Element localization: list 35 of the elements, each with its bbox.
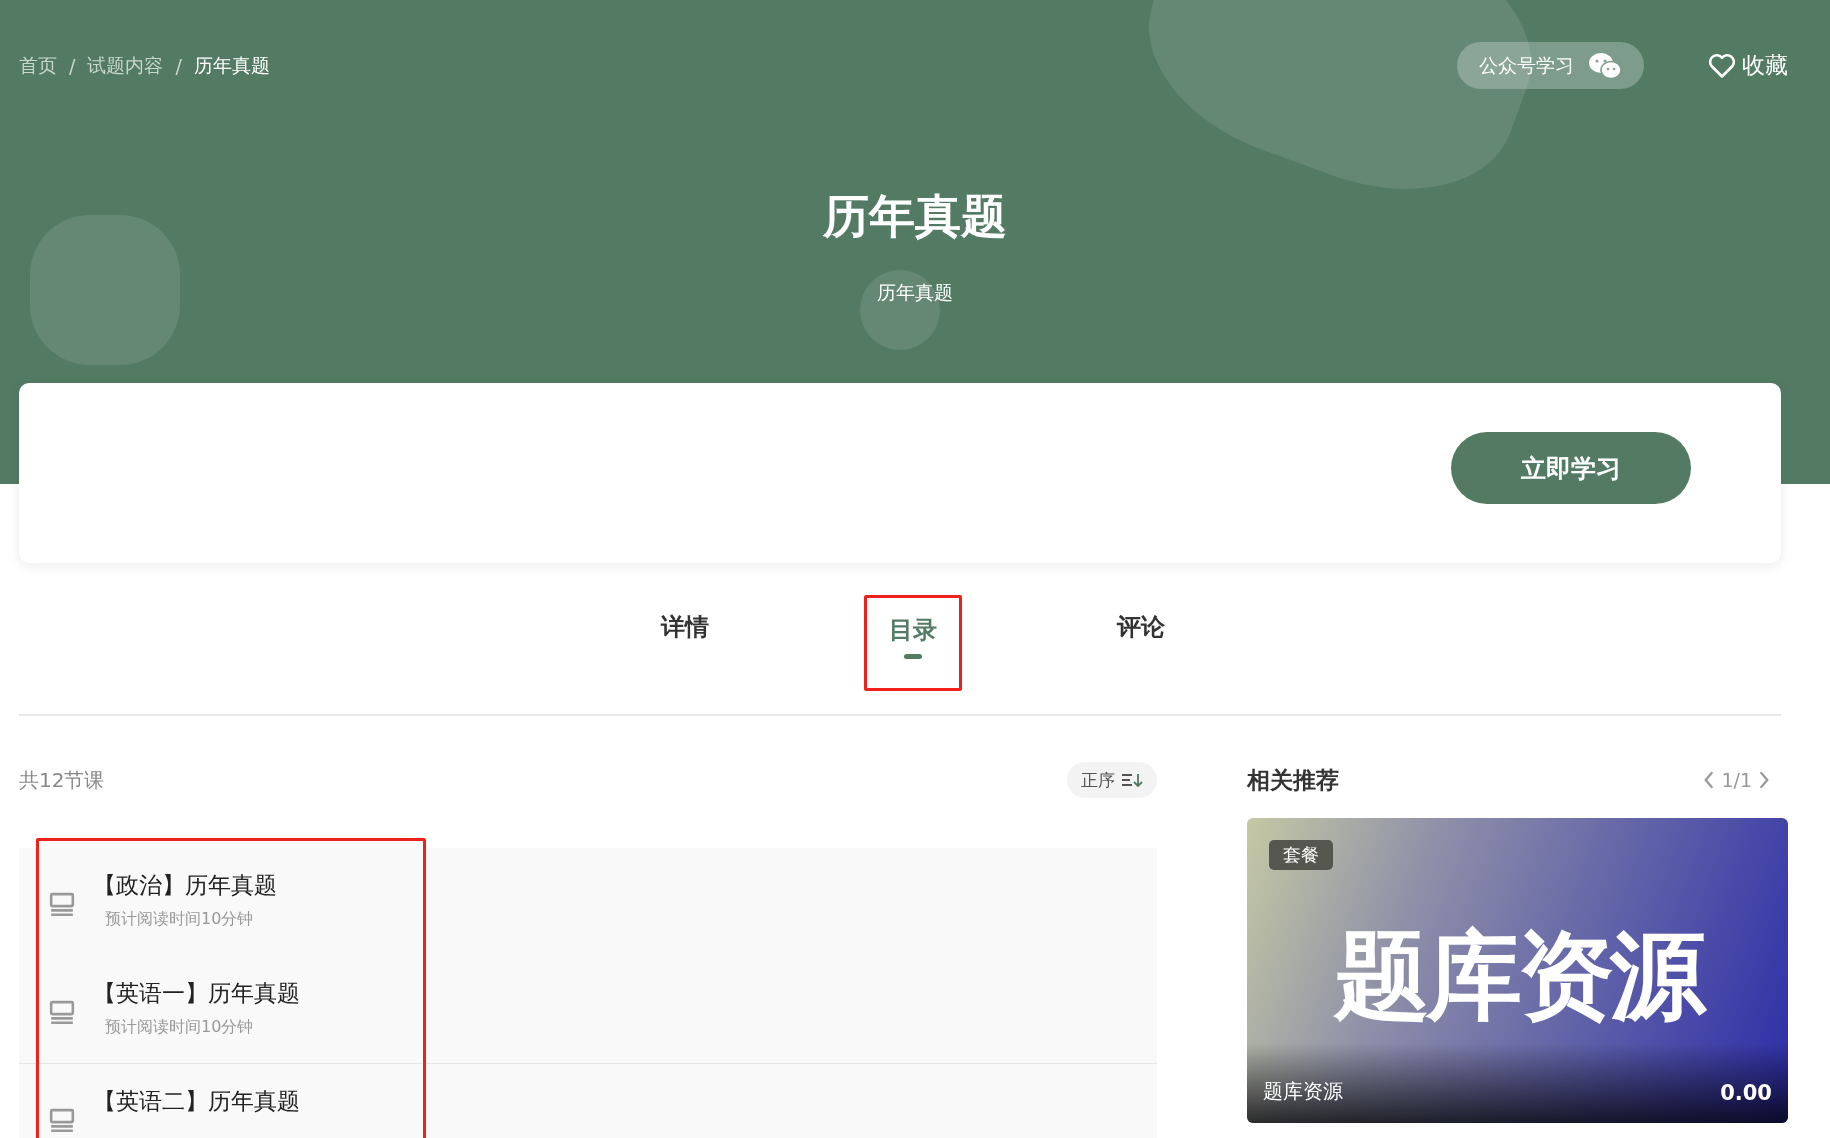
tab[interactable]: 评论	[1116, 611, 1165, 671]
course-name: 题库资源	[1263, 1078, 1343, 1105]
tab[interactable]: 目录	[888, 614, 937, 674]
page-title: 历年真题	[822, 189, 1008, 245]
next-icon[interactable]	[1758, 770, 1770, 790]
lesson-item[interactable]: 【政治】历年真题 预计阅读时间10分钟	[19, 848, 1157, 956]
breadcrumb-link[interactable]: 历年真题	[193, 52, 270, 79]
monitor-icon	[49, 1000, 75, 1026]
reading-time: 预计阅读时间10分钟	[104, 909, 255, 930]
favorite-button[interactable]: 收藏	[1708, 50, 1788, 81]
previous-icon[interactable]	[1703, 770, 1716, 790]
package-badge: 套餐	[1269, 840, 1333, 870]
lesson-title: 【英语二】历年真题	[93, 1087, 300, 1116]
sort-icon	[1121, 772, 1143, 788]
heart-icon	[1708, 52, 1736, 79]
monitor-icon	[49, 1108, 75, 1134]
start-learning-button[interactable]: 立即学习	[1451, 432, 1691, 504]
page-subtitle: 历年真题	[876, 280, 954, 306]
section-title: 相关推荐	[1247, 765, 1339, 795]
breadcrumb-separator: /	[69, 54, 76, 77]
reading-time: 预计阅读时间10分钟	[104, 1017, 255, 1038]
lesson-item[interactable]: 【英语二】历年真题	[19, 1064, 1157, 1138]
lesson-item[interactable]: 【英语一】历年真题 预计阅读时间10分钟	[19, 956, 1157, 1064]
breadcrumb-separator: /	[175, 54, 182, 77]
monitor-icon	[49, 892, 75, 918]
lesson-title: 【政治】历年真题	[93, 871, 277, 900]
sort-button[interactable]: 正序	[1067, 762, 1157, 798]
page-indicator: 1/1	[1721, 769, 1752, 791]
course-card[interactable]: 套餐 题库资源 题库资源 0.00	[1247, 818, 1788, 1123]
course-price: 0.00	[1720, 1081, 1772, 1105]
lesson-count: 共12节课	[19, 766, 105, 794]
cover-title: 题库资源	[1332, 919, 1705, 1034]
wechat-icon	[1588, 51, 1622, 80]
lesson-title: 【英语一】历年真题	[93, 979, 300, 1008]
tab[interactable]: 详情	[660, 611, 709, 671]
